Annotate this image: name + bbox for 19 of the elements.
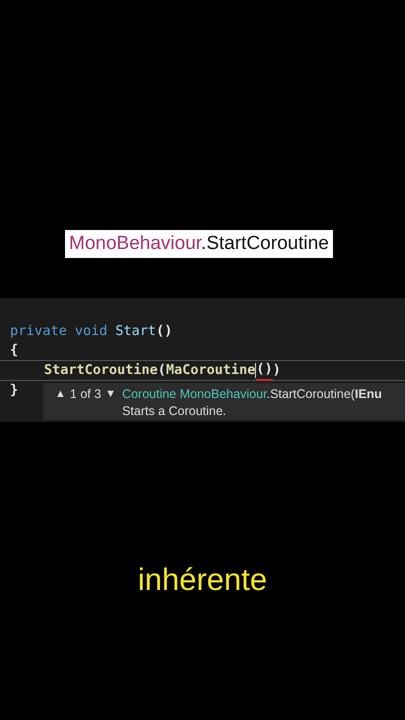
code-token: StartCoroutine <box>44 361 158 380</box>
subtitle-caption: inhérente <box>136 562 268 598</box>
code-token: ) <box>272 361 281 380</box>
code-token: MaCoroutine <box>166 361 256 380</box>
code-token: private <box>10 322 67 341</box>
method-signature: Coroutine MonoBehaviour.StartCoroutine(IEnu <box>122 386 382 402</box>
code-token: () <box>256 360 273 381</box>
code-token: Start <box>115 322 156 341</box>
title-label: MonoBehaviour.StartCoroutine <box>65 230 333 258</box>
previous-overload-button[interactable]: ▲ <box>55 388 66 400</box>
overload-counter: 1 of 3 <box>70 387 102 401</box>
code-token: } <box>10 381 18 400</box>
text-cursor <box>255 363 256 378</box>
next-overload-button[interactable]: ▼ <box>105 388 116 400</box>
method-description: Starts a Coroutine. <box>122 404 228 418</box>
code-token: void <box>74 322 108 341</box>
code-token: ( <box>158 361 166 380</box>
code-token: () <box>156 322 172 341</box>
code-token: { <box>10 341 18 360</box>
